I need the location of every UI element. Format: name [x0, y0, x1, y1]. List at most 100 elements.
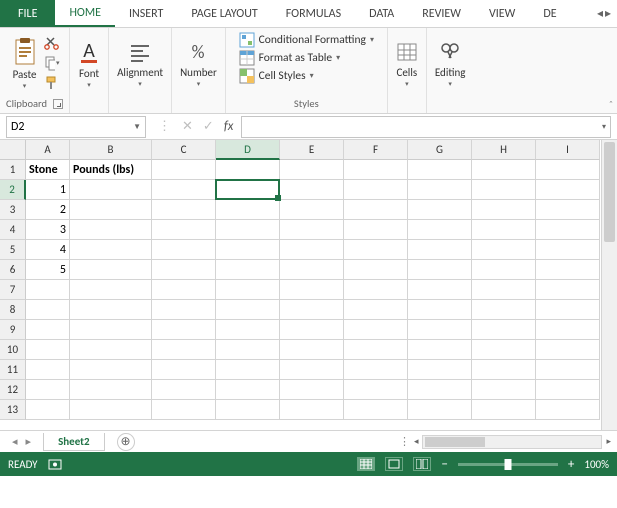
cell-H5[interactable]: [472, 240, 536, 260]
cell-D5[interactable]: [216, 240, 280, 260]
cell-F13[interactable]: [344, 400, 408, 420]
row-header-2[interactable]: 2: [0, 180, 26, 200]
cell-G8[interactable]: [408, 300, 472, 320]
cell-G4[interactable]: [408, 220, 472, 240]
scrollbar-thumb[interactable]: [604, 142, 615, 242]
cell-E1[interactable]: [280, 160, 344, 180]
column-header-C[interactable]: C: [152, 140, 216, 160]
cell-F2[interactable]: [344, 180, 408, 200]
cell-B1[interactable]: Pounds (lbs): [70, 160, 152, 180]
sheet-nav-next[interactable]: ▸: [26, 435, 32, 448]
cell-E8[interactable]: [280, 300, 344, 320]
tab-formulas[interactable]: FORMULAS: [272, 0, 355, 27]
cell-B10[interactable]: [70, 340, 152, 360]
font-button[interactable]: A Font ▾: [76, 37, 102, 89]
row-header-11[interactable]: 11: [0, 360, 26, 380]
options-icon[interactable]: ⋮: [158, 119, 172, 134]
cell-C2[interactable]: [152, 180, 216, 200]
cell-H4[interactable]: [472, 220, 536, 240]
cell-A11[interactable]: [26, 360, 70, 380]
cell-I2[interactable]: [536, 180, 600, 200]
cell-C13[interactable]: [152, 400, 216, 420]
row-header-12[interactable]: 12: [0, 380, 26, 400]
chevron-left-icon[interactable]: ◂: [597, 6, 603, 21]
cell-H1[interactable]: [472, 160, 536, 180]
cell-D1[interactable]: [216, 160, 280, 180]
cell-G1[interactable]: [408, 160, 472, 180]
fx-icon[interactable]: fx: [224, 119, 234, 134]
split-handle[interactable]: ⋮: [399, 435, 410, 448]
sheet-nav-prev[interactable]: ◂: [12, 435, 18, 448]
alignment-button[interactable]: Alignment ▾: [115, 38, 165, 88]
column-header-H[interactable]: H: [472, 140, 536, 160]
cell-D4[interactable]: [216, 220, 280, 240]
cell-B9[interactable]: [70, 320, 152, 340]
cancel-icon[interactable]: ✕: [182, 119, 193, 134]
cell-A13[interactable]: [26, 400, 70, 420]
column-header-F[interactable]: F: [344, 140, 408, 160]
row-header-8[interactable]: 8: [0, 300, 26, 320]
cell-G11[interactable]: [408, 360, 472, 380]
cell-D11[interactable]: [216, 360, 280, 380]
cell-A1[interactable]: Stone: [26, 160, 70, 180]
row-header-10[interactable]: 10: [0, 340, 26, 360]
chevron-down-icon[interactable]: ▼: [133, 122, 141, 132]
zoom-out-button[interactable]: −: [441, 457, 447, 472]
editing-button[interactable]: Editing ▾: [433, 38, 468, 88]
cell-G13[interactable]: [408, 400, 472, 420]
chevron-down-icon[interactable]: ▾: [56, 58, 60, 67]
row-header-5[interactable]: 5: [0, 240, 26, 260]
cell-C4[interactable]: [152, 220, 216, 240]
cell-F3[interactable]: [344, 200, 408, 220]
chevron-down-icon[interactable]: ▾: [370, 35, 374, 45]
view-page-layout-button[interactable]: [385, 457, 403, 471]
enter-icon[interactable]: ✓: [203, 119, 214, 134]
row-header-13[interactable]: 13: [0, 400, 26, 420]
cell-E3[interactable]: [280, 200, 344, 220]
chevron-down-icon[interactable]: ▾: [138, 79, 142, 88]
cells-button[interactable]: Cells ▾: [394, 38, 420, 88]
cell-I11[interactable]: [536, 360, 600, 380]
cell-C5[interactable]: [152, 240, 216, 260]
cell-G10[interactable]: [408, 340, 472, 360]
cut-button[interactable]: [44, 35, 60, 51]
cell-H2[interactable]: [472, 180, 536, 200]
cell-F9[interactable]: [344, 320, 408, 340]
cell-G9[interactable]: [408, 320, 472, 340]
column-header-G[interactable]: G: [408, 140, 472, 160]
cell-B7[interactable]: [70, 280, 152, 300]
hscroll-right[interactable]: ▸: [606, 436, 611, 447]
cells-area[interactable]: StonePounds (lbs)12345: [26, 160, 601, 430]
zoom-percent[interactable]: 100%: [584, 458, 609, 471]
cell-I9[interactable]: [536, 320, 600, 340]
vertical-scrollbar[interactable]: [601, 140, 617, 430]
formula-input[interactable]: ▾: [241, 116, 611, 138]
row-header-9[interactable]: 9: [0, 320, 26, 340]
cell-E2[interactable]: [280, 180, 344, 200]
file-tab[interactable]: FILE: [0, 0, 55, 27]
row-header-3[interactable]: 3: [0, 200, 26, 220]
cell-I6[interactable]: [536, 260, 600, 280]
tab-review[interactable]: REVIEW: [408, 0, 475, 27]
cell-B11[interactable]: [70, 360, 152, 380]
cell-D7[interactable]: [216, 280, 280, 300]
column-header-I[interactable]: I: [536, 140, 600, 160]
view-normal-button[interactable]: [357, 457, 375, 471]
cell-D13[interactable]: [216, 400, 280, 420]
cell-B5[interactable]: [70, 240, 152, 260]
cell-E7[interactable]: [280, 280, 344, 300]
row-header-4[interactable]: 4: [0, 220, 26, 240]
cell-H12[interactable]: [472, 380, 536, 400]
copy-button[interactable]: ▾: [44, 55, 60, 71]
cell-C6[interactable]: [152, 260, 216, 280]
cell-I3[interactable]: [536, 200, 600, 220]
cell-G7[interactable]: [408, 280, 472, 300]
cell-C12[interactable]: [152, 380, 216, 400]
number-button[interactable]: % Number ▾: [178, 38, 219, 88]
horizontal-scrollbar[interactable]: [422, 435, 602, 449]
cell-F6[interactable]: [344, 260, 408, 280]
format-painter-button[interactable]: [44, 75, 60, 91]
select-all-corner[interactable]: [0, 140, 26, 160]
cell-E6[interactable]: [280, 260, 344, 280]
cell-B13[interactable]: [70, 400, 152, 420]
